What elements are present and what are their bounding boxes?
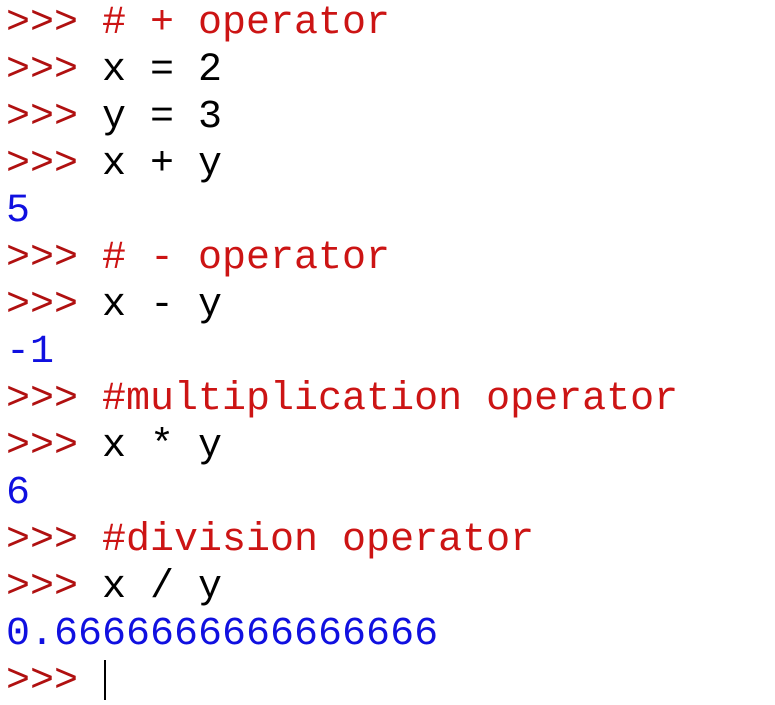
- prompt: >>>: [6, 236, 103, 281]
- comment-text: # + operator: [102, 1, 391, 46]
- code-text: x + y: [102, 142, 223, 187]
- code-text: y = 3: [102, 95, 223, 140]
- shell-line: >>> #multiplication operator: [6, 376, 775, 423]
- shell-output-line: 5: [6, 188, 775, 235]
- prompt: >>>: [6, 283, 103, 328]
- comment-text: #multiplication operator: [102, 377, 679, 422]
- comment-text: # - operator: [102, 236, 391, 281]
- comment-text: #division operator: [102, 518, 535, 563]
- output-text: 5: [6, 189, 31, 234]
- python-shell[interactable]: >>> # + operator >>> x = 2 >>> y = 3 >>>…: [6, 0, 775, 705]
- prompt: >>>: [6, 1, 103, 46]
- output-text: -1: [6, 330, 55, 375]
- prompt: >>>: [6, 518, 103, 563]
- shell-line: >>> # - operator: [6, 235, 775, 282]
- output-text: 6: [6, 471, 31, 516]
- shell-line: >>> x - y: [6, 282, 775, 329]
- shell-line: >>> # + operator: [6, 0, 775, 47]
- shell-line: >>> x = 2: [6, 47, 775, 94]
- code-text: x * y: [102, 424, 223, 469]
- shell-input-line[interactable]: >>>: [6, 658, 775, 705]
- prompt: >>>: [6, 565, 103, 610]
- shell-output-line: 6: [6, 470, 775, 517]
- prompt: >>>: [6, 48, 103, 93]
- shell-line: >>> x + y: [6, 141, 775, 188]
- text-cursor[interactable]: [104, 660, 107, 701]
- shell-line: >>> x / y: [6, 564, 775, 611]
- shell-output-line: -1: [6, 329, 775, 376]
- code-text: x - y: [102, 283, 223, 328]
- code-text: x = 2: [102, 48, 223, 93]
- prompt: >>>: [6, 377, 103, 422]
- shell-line: >>> x * y: [6, 423, 775, 470]
- code-text: x / y: [102, 565, 223, 610]
- shell-line: >>> #division operator: [6, 517, 775, 564]
- prompt: >>>: [6, 424, 103, 469]
- prompt: >>>: [6, 95, 103, 140]
- prompt: >>>: [6, 142, 103, 187]
- shell-line: >>> y = 3: [6, 94, 775, 141]
- shell-output-line: 0.6666666666666666: [6, 611, 775, 658]
- output-text: 0.6666666666666666: [6, 612, 439, 657]
- prompt: >>>: [6, 659, 103, 704]
